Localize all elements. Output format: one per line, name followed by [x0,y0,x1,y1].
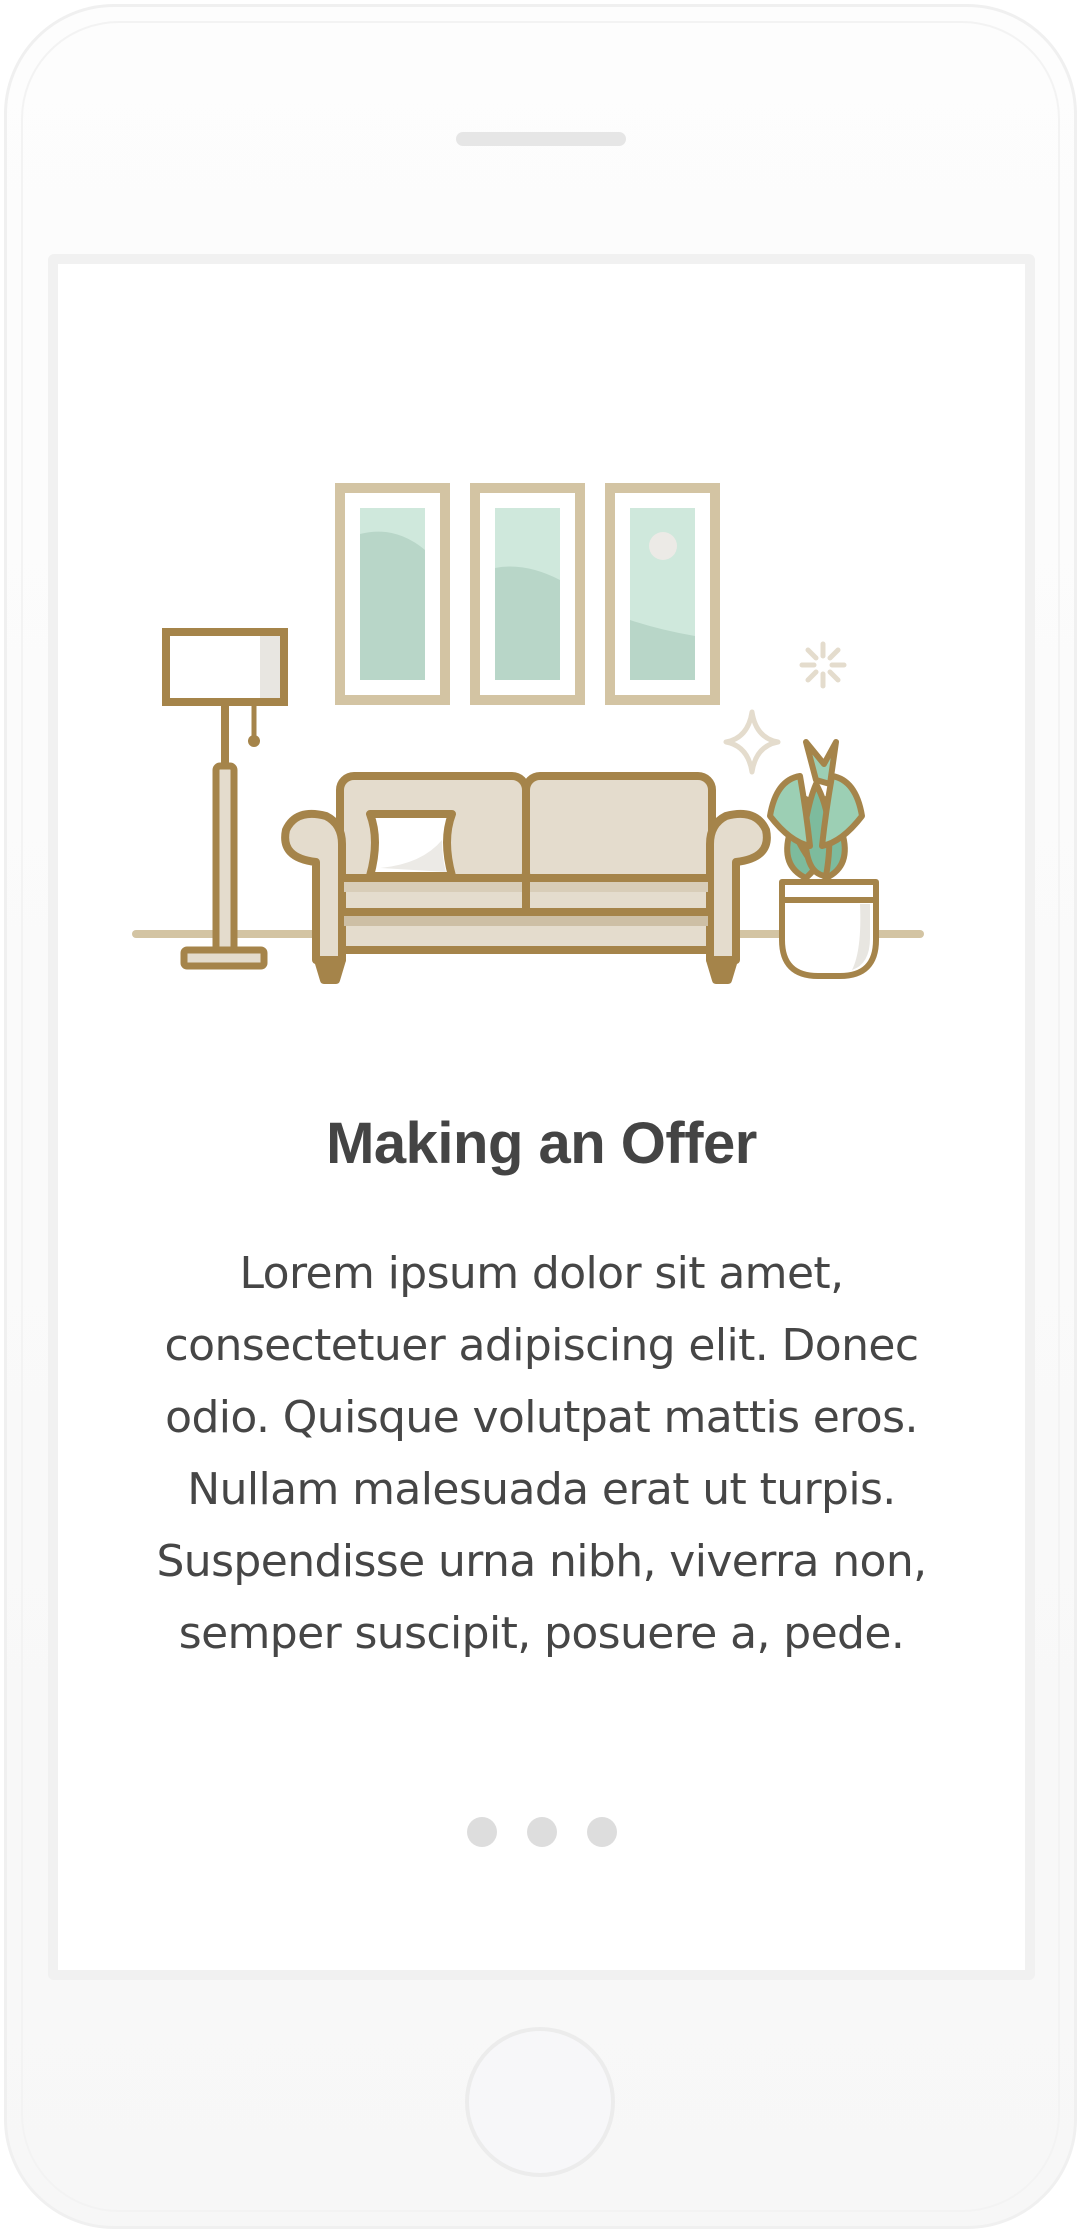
sofa [281,772,771,984]
onboarding-title: Making an Offer [326,1111,757,1176]
pagination-dot[interactable] [586,1817,617,1847]
pagination-dots [0,1817,1083,1847]
wall-frame-left [335,483,450,705]
pagination-dot[interactable] [466,1817,497,1847]
home-button[interactable] [465,2027,615,2177]
speaker-grille [456,132,626,146]
sparkle-burst [799,641,847,689]
wall-frame-middle [470,483,585,705]
floor-lamp [162,628,288,970]
pagination-dot[interactable] [526,1817,557,1847]
onboarding-description: Lorem ipsum dolor sit amet, consectetuer… [156,1248,927,1659]
wall-frame-right [605,483,720,705]
sofa-pillow [366,810,456,880]
living-room-illustration [132,483,924,984]
sparkle-star [723,709,781,775]
